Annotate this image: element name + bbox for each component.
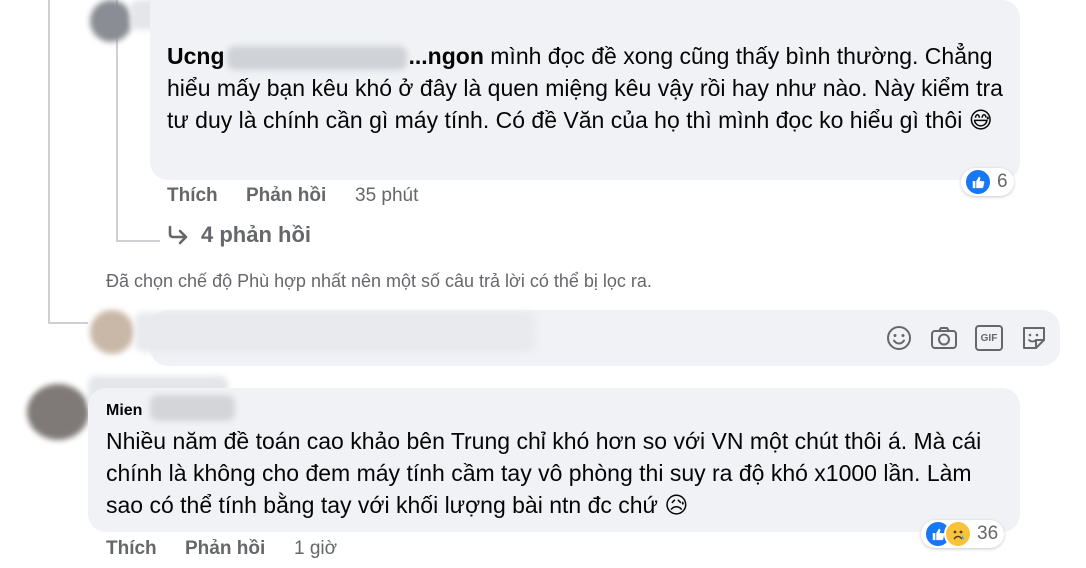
name-blur <box>226 45 407 70</box>
name-blur <box>150 395 235 421</box>
like-icon <box>964 168 992 196</box>
reaction-summary[interactable]: 6 <box>961 168 1014 196</box>
like-button[interactable]: Thích <box>167 185 218 207</box>
composer-blur <box>135 312 535 352</box>
commenter-name-fragment[interactable]: Ucng <box>167 43 225 69</box>
thread-line-inner-hook <box>116 240 160 242</box>
camera-icon[interactable] <box>929 323 959 353</box>
reaction-count: 36 <box>977 523 999 544</box>
reply-button[interactable]: Phản hồi <box>185 538 265 560</box>
reply-button[interactable]: Phản hồi <box>246 185 326 207</box>
filter-notice: Đã chọn chế độ Phù hợp nhất nên một số c… <box>106 271 652 291</box>
comment-body: Ucng ...ngon mình đọc đề xong cũng thấy b… <box>167 40 1007 136</box>
composer-avatar <box>90 310 134 354</box>
avatar[interactable] <box>90 0 132 42</box>
comment-time[interactable]: 1 giờ <box>294 538 337 560</box>
commenter-name-fragment[interactable]: Mien <box>106 402 142 418</box>
gif-label: GIF <box>975 325 1003 351</box>
comment-text: Nhiều năm đề toán cao khảo bên Trung chỉ… <box>106 428 982 518</box>
emoji-icon[interactable] <box>884 323 914 353</box>
sticker-icon[interactable] <box>1019 323 1049 353</box>
thread-line-outer <box>48 0 50 322</box>
reaction-count: 6 <box>997 171 1008 192</box>
comment-time[interactable]: 35 phút <box>355 185 418 207</box>
sad-icon <box>944 520 972 548</box>
commenter-name-tail[interactable]: ...ngon <box>409 43 484 69</box>
reply-arrow-icon <box>167 225 189 245</box>
gif-icon[interactable]: GIF <box>974 323 1004 353</box>
like-button[interactable]: Thích <box>106 538 157 560</box>
avatar[interactable] <box>27 384 89 440</box>
thread-line-outer-hook <box>48 322 88 324</box>
view-replies-label: 4 phản hồi <box>201 222 311 247</box>
view-replies-link[interactable]: 4 phản hồi <box>167 222 311 248</box>
reaction-summary[interactable]: 36 <box>921 520 1005 548</box>
